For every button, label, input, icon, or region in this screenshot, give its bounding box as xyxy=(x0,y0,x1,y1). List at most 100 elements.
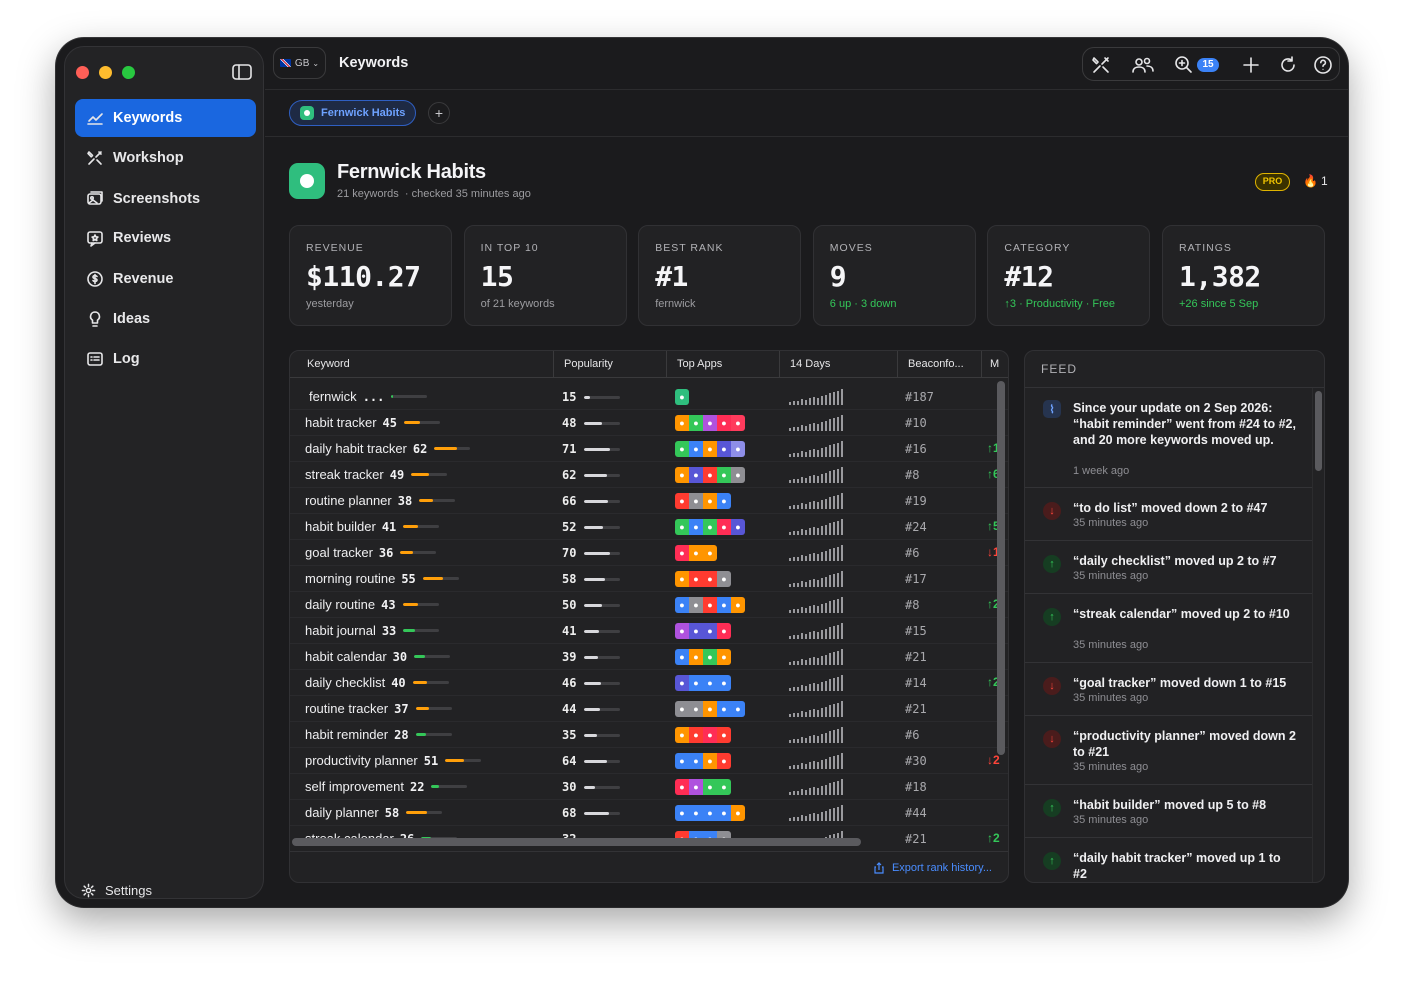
settings-button[interactable]: Settings xyxy=(81,883,152,898)
top-apps-cell[interactable]: ● ● ● ● ● xyxy=(675,805,745,821)
table-row[interactable]: daily checklist4046●●●●#14↑2 xyxy=(290,670,1008,696)
header-keyword[interactable]: Keyword xyxy=(299,351,554,377)
sparkline-bar xyxy=(801,659,803,665)
top-apps-cell[interactable]: ● ● ● ● ● xyxy=(675,467,745,483)
top-apps-cell[interactable]: ●●●● xyxy=(675,753,731,769)
feed-item[interactable]: ⌇ Since your update on 2 Sep 2026: “habit… xyxy=(1025,388,1312,488)
sidebar-item-keywords[interactable]: Keywords xyxy=(75,99,256,137)
export-rank-history-link[interactable]: Export rank history... xyxy=(873,862,992,874)
top-apps-cell[interactable]: ●●●● xyxy=(675,623,731,639)
feed-item[interactable]: ↑ “habit builder” moved up 5 to #8 35 minu… xyxy=(1025,785,1312,838)
difficulty-value: 40 xyxy=(391,675,406,690)
top-apps-cell[interactable]: ● xyxy=(675,389,689,405)
app-icon: ● xyxy=(717,571,731,587)
sidebar-item-ideas[interactable]: Ideas xyxy=(75,300,256,338)
refresh-icon[interactable] xyxy=(1278,55,1298,75)
sparkline-bar xyxy=(813,761,815,769)
region-selector[interactable]: GB ⌄ xyxy=(273,47,326,79)
plus-icon[interactable] xyxy=(1241,55,1261,75)
horizontal-scrollbar[interactable] xyxy=(292,838,861,846)
sidebar-item-revenue[interactable]: Revenue xyxy=(75,260,256,298)
app-icon: ● xyxy=(703,597,717,613)
table-row[interactable]: routine planner 38 66 ● ● ● ● #19 xyxy=(290,488,1008,514)
feed-item[interactable]: ↓ “goal tracker” moved down 1 to #15 35 mi… xyxy=(1025,663,1312,716)
sparkline-bar xyxy=(793,453,795,457)
top-apps-cell[interactable]: ●●●● xyxy=(675,649,731,665)
app-meta: 21 keywords · checked 35 minutes ago xyxy=(337,188,531,200)
table-row[interactable]: habit tracker 45 48 ● ● ● ● ● #10 xyxy=(290,410,1008,436)
close-window-button[interactable] xyxy=(76,66,89,79)
popularity-cell: 64 xyxy=(562,754,621,768)
table-row[interactable]: habit reminder 28 35 ● ● ● ● #6 xyxy=(290,722,1008,748)
sparkline-bar xyxy=(805,816,807,821)
tools-icon[interactable] xyxy=(1091,55,1111,75)
sparkline-bar xyxy=(821,760,823,769)
table-row[interactable]: habit builder4152●●●●●#24↑5 xyxy=(290,514,1008,540)
top-apps-cell[interactable]: ● ● ● ● ● xyxy=(675,597,745,613)
people-icon[interactable] xyxy=(1131,55,1155,75)
app-icon: ● xyxy=(675,441,689,457)
table-row[interactable]: self improvement 22 30 ● ● ● ● #18 xyxy=(290,774,1008,800)
top-apps-cell[interactable]: ● ● ● ● ● xyxy=(675,701,745,717)
header-14-days[interactable]: 14 Days xyxy=(782,351,898,377)
top-apps-cell[interactable]: ●●●● xyxy=(675,727,731,743)
top-apps-cell[interactable]: ●●●● xyxy=(675,779,731,795)
table-row[interactable]: habit journal 33 41 ● ● ● ● #15 xyxy=(290,618,1008,644)
top-apps-cell[interactable]: ●●●● xyxy=(675,493,731,509)
top-apps-cell[interactable]: ● ● ● xyxy=(675,545,717,561)
table-row[interactable]: daily routine4350●●●●●#8↑2 xyxy=(290,592,1008,618)
table-row[interactable]: fernwick... 15 ● #187 xyxy=(290,384,1008,410)
tab-fernwick-habits[interactable]: Fernwick Habits xyxy=(289,100,417,126)
app-icon: ● xyxy=(675,389,689,405)
table-row[interactable]: productivity planner 51 64 ● ● ● ● #30 ↓2 xyxy=(290,748,1008,774)
table-row[interactable]: streak tracker4962●●●●●#8↑6 xyxy=(290,462,1008,488)
zoom-in-icon[interactable] xyxy=(1174,55,1194,75)
vertical-scrollbar[interactable] xyxy=(997,381,1005,755)
feed-item[interactable]: ↓ “to do list” moved down 2 to #47 35 minu… xyxy=(1025,488,1312,541)
sparkline-bar xyxy=(821,474,823,483)
rank-value: #19 xyxy=(905,494,927,508)
zoom-window-button[interactable] xyxy=(122,66,135,79)
table-row[interactable]: daily habit tracker6271●●●●●#16↑1 xyxy=(290,436,1008,462)
sidebar-item-reviews[interactable]: Reviews xyxy=(75,219,256,257)
top-apps-cell[interactable]: ● ● ● ● ● xyxy=(675,441,745,457)
top-apps-cell[interactable]: ● ● ● ● ● xyxy=(675,519,745,535)
keyword-text: goal tracker xyxy=(305,545,373,560)
sparkline-bar xyxy=(789,818,791,821)
header-beaconfolio[interactable]: Beaconfo... xyxy=(900,351,982,377)
sidebar-toggle-icon[interactable] xyxy=(232,64,252,80)
sparkline-bar xyxy=(793,427,795,431)
feed-item[interactable]: ↑ “daily checklist” moved up 2 to #7 35 mi… xyxy=(1025,541,1312,594)
add-tab-button[interactable]: + xyxy=(428,102,450,124)
header-top-apps[interactable]: Top Apps xyxy=(669,351,780,377)
header-moves[interactable]: M xyxy=(982,351,1002,377)
move-value: 2 xyxy=(993,753,1000,767)
table-row[interactable]: daily planner 58 68 ● ● ● ● ● #44 xyxy=(290,800,1008,826)
sidebar-item-log[interactable]: Log xyxy=(75,340,256,378)
app-icon: ● xyxy=(675,493,689,509)
sidebar-item-workshop[interactable]: Workshop xyxy=(75,139,256,177)
table-row[interactable]: morning routine 55 58 ● ● ● ● #17 xyxy=(290,566,1008,592)
minimize-window-button[interactable] xyxy=(99,66,112,79)
sidebar-item-screenshots[interactable]: Screenshots xyxy=(75,180,256,218)
table-row[interactable]: goal tracker3670●●●#6↓1 xyxy=(290,540,1008,566)
feed-item[interactable]: ↑ “streak calendar” moved up 2 to #10 35 m… xyxy=(1025,594,1312,663)
top-apps-cell[interactable]: ● ● ● ● ● xyxy=(675,415,745,431)
feed-scrollbar[interactable] xyxy=(1315,391,1322,471)
header-popularity[interactable]: Popularity xyxy=(556,351,667,377)
sparkline-bar xyxy=(805,634,807,639)
table-row[interactable]: routine tracker 37 44 ● ● ● ● ● #21 xyxy=(290,696,1008,722)
keyword-text: habit builder xyxy=(305,519,376,534)
table-row[interactable]: habit calendar 30 39 ● ● ● ● #21 xyxy=(290,644,1008,670)
sparkline-bar xyxy=(801,633,803,639)
sparkline-bar xyxy=(809,580,811,587)
top-apps-cell[interactable]: ●●●● xyxy=(675,675,731,691)
help-icon[interactable] xyxy=(1313,55,1333,75)
feed-item[interactable]: ↑ “daily habit tracker” moved up 1 to #2 xyxy=(1025,838,1312,882)
keyword-cell: habit journal 33 xyxy=(305,623,440,638)
top-apps-cell[interactable]: ●●●● xyxy=(675,571,731,587)
sparkline-bar xyxy=(805,452,807,457)
feed-item[interactable]: ↓ “productivity planner” moved down 2 to … xyxy=(1025,716,1312,785)
difficulty-bar xyxy=(415,733,452,736)
keyword-cell: daily routine 43 xyxy=(305,597,439,612)
